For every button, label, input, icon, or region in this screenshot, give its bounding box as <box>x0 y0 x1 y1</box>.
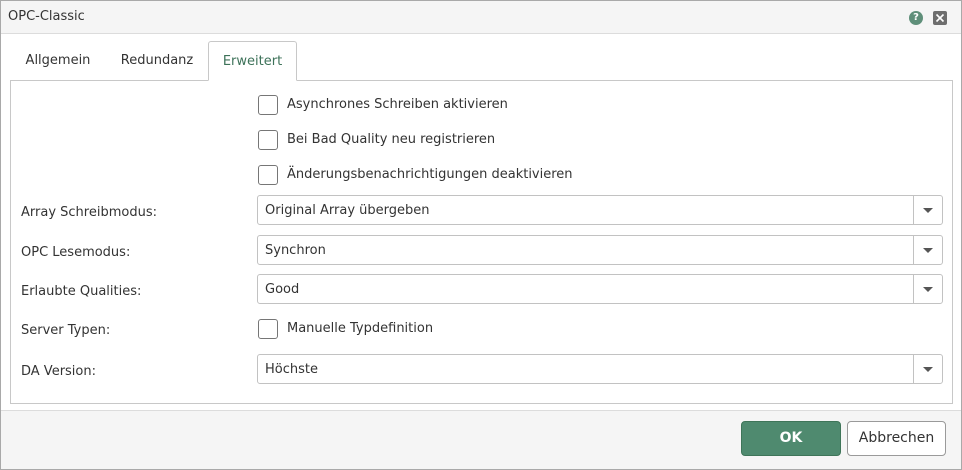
bad-quality-label: Bei Bad Quality neu registrieren <box>287 132 496 147</box>
dialog-content: Allgemein Redundanz Erweitert Asynchrone… <box>1 34 961 410</box>
opc-read-mode-value: Synchron <box>265 243 326 258</box>
dialog-footer: OK Abbrechen <box>1 410 961 469</box>
array-write-mode-dropdown-button[interactable] <box>913 196 942 224</box>
server-types-label: Server Typen: <box>21 323 111 338</box>
cancel-button[interactable]: Abbrechen <box>847 421 946 456</box>
close-icon[interactable] <box>933 11 947 25</box>
tab-panel-erweitert: Asynchrones Schreiben aktivieren Bei Bad… <box>10 80 953 404</box>
tab-allgemein[interactable]: Allgemein <box>13 41 103 81</box>
chevron-down-icon <box>923 248 933 253</box>
ok-button[interactable]: OK <box>741 421 841 456</box>
da-version-select[interactable]: Höchste <box>257 354 943 384</box>
chevron-down-icon <box>923 287 933 292</box>
change-notifications-checkbox[interactable] <box>258 165 278 185</box>
opc-read-mode-dropdown-button[interactable] <box>913 236 942 264</box>
tab-erweitert[interactable]: Erweitert <box>208 41 297 81</box>
allowed-qualities-value: Good <box>265 282 300 297</box>
dialog-title: OPC-Classic <box>8 9 85 24</box>
help-icon[interactable]: ? <box>909 11 923 25</box>
async-write-label: Asynchrones Schreiben aktivieren <box>287 97 508 112</box>
opc-read-mode-select[interactable]: Synchron <box>257 235 943 265</box>
manual-type-definition-label: Manuelle Typdefinition <box>287 321 434 336</box>
title-bar: OPC-Classic ? <box>1 1 961 34</box>
async-write-checkbox[interactable] <box>258 95 278 115</box>
bad-quality-checkbox[interactable] <box>258 130 278 150</box>
opc-classic-dialog: OPC-Classic ? Allgemein Redundanz Erweit… <box>0 0 962 470</box>
array-write-mode-select[interactable]: Original Array übergeben <box>257 195 943 225</box>
array-write-mode-label: Array Schreibmodus: <box>21 205 157 220</box>
change-notifications-label: Änderungsbenachrichtigungen deaktivieren <box>287 167 573 182</box>
allowed-qualities-label: Erlaubte Qualities: <box>21 284 142 299</box>
manual-type-definition-checkbox[interactable] <box>258 319 278 339</box>
opc-read-mode-label: OPC Lesemodus: <box>21 245 131 260</box>
array-write-mode-value: Original Array übergeben <box>265 203 430 218</box>
da-version-value: Höchste <box>265 362 318 377</box>
chevron-down-icon <box>923 208 933 213</box>
tab-redundanz[interactable]: Redundanz <box>111 41 203 81</box>
da-version-dropdown-button[interactable] <box>913 355 942 383</box>
chevron-down-icon <box>923 367 933 372</box>
da-version-label: DA Version: <box>21 364 96 379</box>
allowed-qualities-select[interactable]: Good <box>257 274 943 304</box>
allowed-qualities-dropdown-button[interactable] <box>913 275 942 303</box>
